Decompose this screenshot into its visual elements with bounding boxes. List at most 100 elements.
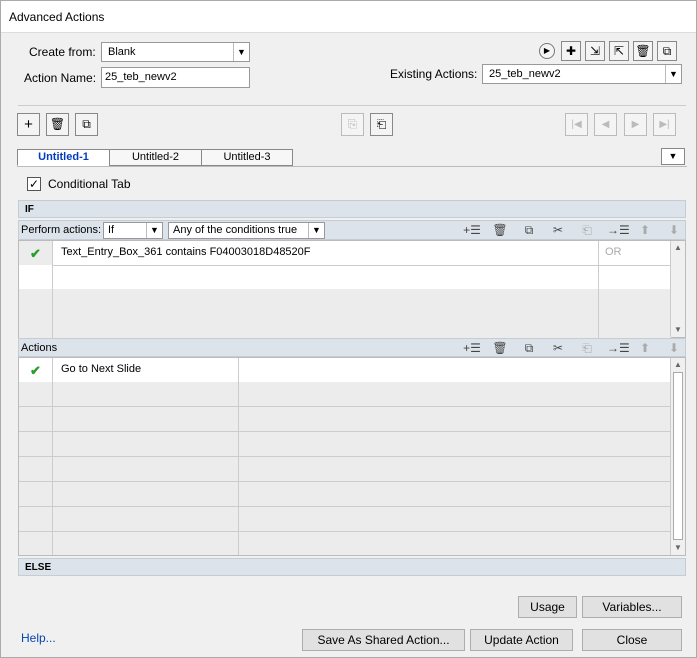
- copy-row-icon[interactable]: ⧉: [520, 222, 538, 238]
- action-params[interactable]: [239, 507, 671, 531]
- scroll-down-icon[interactable]: ▼: [671, 323, 685, 337]
- action-text[interactable]: [53, 407, 239, 431]
- action-text[interactable]: Go to Next Slide: [53, 358, 239, 382]
- cut-row-icon[interactable]: ✂: [549, 340, 567, 356]
- usage-button[interactable]: Usage: [518, 596, 577, 618]
- table-row[interactable]: [19, 432, 671, 457]
- table-row[interactable]: [19, 532, 671, 555]
- action-text[interactable]: [53, 432, 239, 456]
- scroll-up-icon[interactable]: ▲: [671, 358, 685, 372]
- conditional-tab-checkbox[interactable]: ✓: [27, 177, 41, 191]
- help-link[interactable]: Help...: [21, 631, 56, 645]
- tab-underline: [17, 166, 687, 167]
- close-button[interactable]: Close: [582, 629, 682, 651]
- delete-row-icon[interactable]: 🗑: [491, 340, 509, 356]
- if-section-header: IF: [18, 200, 686, 218]
- actions-scrollbar[interactable]: ▲ ▼: [670, 358, 685, 555]
- operator-cell: [599, 289, 671, 313]
- duplicate-action-icon[interactable]: ⧉: [657, 41, 677, 61]
- copy-row-icon[interactable]: ⧉: [520, 340, 538, 356]
- table-row[interactable]: [19, 382, 671, 407]
- import-action-icon[interactable]: ⇲: [585, 41, 605, 61]
- move-down-icon[interactable]: ⬇: [665, 222, 683, 238]
- last-tab-icon[interactable]: ▶|: [653, 113, 676, 136]
- action-text[interactable]: [53, 382, 239, 406]
- table-row[interactable]: [19, 289, 671, 314]
- condition-text[interactable]: [53, 313, 599, 338]
- insert-row-icon[interactable]: +☰: [463, 340, 481, 356]
- action-params[interactable]: [239, 382, 671, 406]
- table-row[interactable]: ✔ Go to Next Slide: [19, 358, 671, 383]
- move-up-icon[interactable]: ⬆: [636, 340, 654, 356]
- condition-text[interactable]: [53, 289, 599, 313]
- tab-untitled-2[interactable]: Untitled-2: [109, 149, 202, 166]
- duplicate-tab-icon[interactable]: ⧉: [75, 113, 98, 136]
- chevron-down-icon: ▼: [308, 223, 324, 238]
- conditions-grid: ✔ Text_Entry_Box_361 contains F04003018D…: [18, 240, 686, 338]
- action-params[interactable]: [239, 407, 671, 431]
- perform-actions-label: Perform actions:: [21, 224, 102, 236]
- insert-after-icon[interactable]: →☰: [607, 340, 630, 356]
- operator-or: OR: [605, 246, 622, 258]
- table-row[interactable]: [19, 407, 671, 432]
- action-params[interactable]: [239, 358, 671, 382]
- existing-actions-dropdown[interactable]: 25_teb_newv2 ▼: [482, 64, 682, 84]
- delete-action-icon[interactable]: 🗑: [633, 41, 653, 61]
- conditions-scrollbar[interactable]: ▲ ▼: [670, 241, 685, 337]
- status-cell: [19, 432, 53, 456]
- prev-tab-icon[interactable]: ◀: [594, 113, 617, 136]
- export-action-icon[interactable]: ⇱: [609, 41, 629, 61]
- preview-play-icon[interactable]: ▶: [539, 43, 555, 59]
- action-text[interactable]: [53, 532, 239, 555]
- condition-mode-dropdown[interactable]: Any of the conditions true ▼: [168, 222, 325, 239]
- paste-row-icon[interactable]: ⎗: [578, 222, 596, 238]
- action-params[interactable]: [239, 482, 671, 506]
- table-row[interactable]: [19, 482, 671, 507]
- create-from-label: Create from:: [29, 45, 96, 59]
- move-down-icon[interactable]: ⬇: [665, 340, 683, 356]
- action-text[interactable]: [53, 507, 239, 531]
- move-up-icon[interactable]: ⬆: [636, 222, 654, 238]
- table-row[interactable]: [19, 507, 671, 532]
- action-text[interactable]: [53, 457, 239, 481]
- add-tab-icon[interactable]: +: [17, 113, 40, 136]
- condition-text[interactable]: [53, 265, 599, 289]
- divider: [18, 105, 686, 106]
- scroll-up-icon[interactable]: ▲: [671, 241, 685, 255]
- action-params[interactable]: [239, 432, 671, 456]
- copy-tab-icon[interactable]: ⎘: [341, 113, 364, 136]
- table-row[interactable]: ✔ Text_Entry_Box_361 contains F04003018D…: [19, 241, 671, 266]
- action-name-input[interactable]: 25_teb_newv2: [101, 67, 250, 88]
- next-tab-icon[interactable]: ▶: [624, 113, 647, 136]
- condition-text[interactable]: Text_Entry_Box_361 contains F04003018D48…: [53, 241, 599, 265]
- action-params[interactable]: [239, 532, 671, 555]
- table-row[interactable]: [19, 457, 671, 482]
- tab-untitled-1[interactable]: Untitled-1: [17, 149, 110, 166]
- paste-tab-icon[interactable]: ⎗: [370, 113, 393, 136]
- variables-button[interactable]: Variables...: [582, 596, 682, 618]
- save-shared-action-button[interactable]: Save As Shared Action...: [302, 629, 465, 651]
- scroll-down-icon[interactable]: ▼: [671, 541, 685, 555]
- table-row[interactable]: [19, 265, 671, 290]
- paste-row-icon[interactable]: ⎗: [578, 340, 596, 356]
- perform-type-dropdown[interactable]: If ▼: [103, 222, 163, 239]
- actions-grid: ✔ Go to Next Slide ▲ ▼: [18, 357, 686, 556]
- delete-tab-icon[interactable]: 🗑: [46, 113, 69, 136]
- insert-after-icon[interactable]: →☰: [607, 222, 630, 238]
- table-row[interactable]: [19, 313, 671, 338]
- cut-row-icon[interactable]: ✂: [549, 222, 567, 238]
- scroll-thumb[interactable]: [673, 372, 683, 540]
- first-tab-icon[interactable]: |◀: [565, 113, 588, 136]
- actions-label: Actions: [21, 342, 58, 354]
- tabs-menu-chevron-icon[interactable]: ▼: [661, 148, 685, 165]
- title-bar: Advanced Actions: [1, 1, 696, 33]
- condition-mode-value: Any of the conditions true: [173, 224, 298, 236]
- delete-row-icon[interactable]: 🗑: [491, 222, 509, 238]
- insert-row-icon[interactable]: +☰: [463, 222, 481, 238]
- action-params[interactable]: [239, 457, 671, 481]
- add-action-icon[interactable]: ✚: [561, 41, 581, 61]
- tab-untitled-3[interactable]: Untitled-3: [201, 149, 293, 166]
- create-from-dropdown[interactable]: Blank ▼: [101, 42, 250, 62]
- update-action-button[interactable]: Update Action: [470, 629, 573, 651]
- action-text[interactable]: [53, 482, 239, 506]
